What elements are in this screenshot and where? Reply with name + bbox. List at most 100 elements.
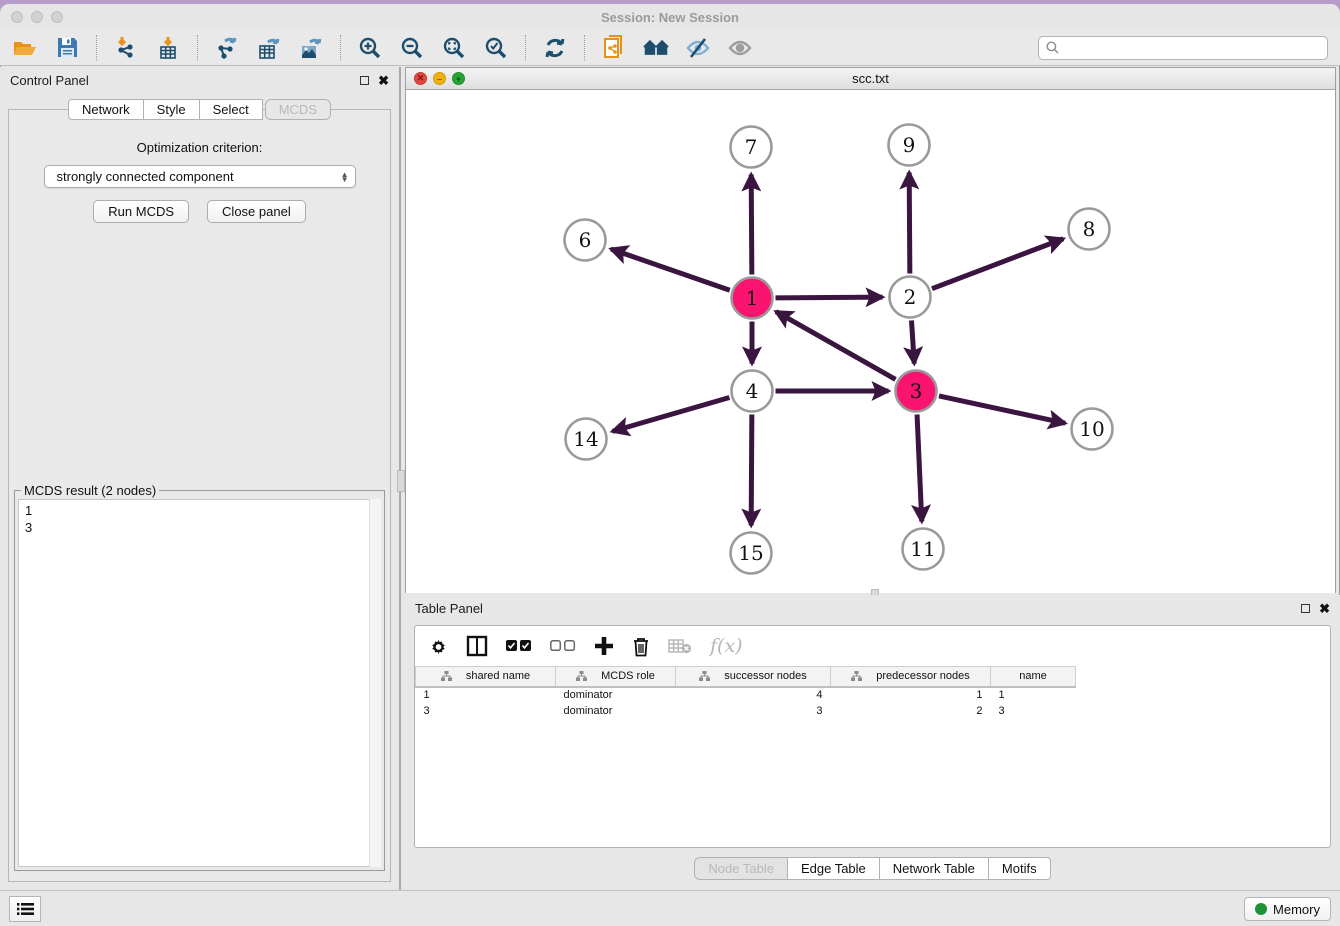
graph-node-1[interactable]: 1 [732, 278, 773, 319]
run-mcds-button[interactable]: Run MCDS [93, 200, 189, 223]
open-session-icon[interactable] [12, 35, 38, 61]
graph-node-label: 1 [746, 286, 759, 310]
graph-edge-2-3[interactable] [911, 320, 914, 363]
table-cell[interactable]: 3 [991, 703, 1076, 719]
graph-node-9[interactable]: 9 [889, 125, 930, 166]
network-graph[interactable]: 7 9 6 8 1 2 4 3 14 10 15 11 [406, 90, 1335, 593]
graph-node-15[interactable]: 15 [731, 533, 772, 574]
graph-node-label: 7 [745, 135, 758, 159]
zoom-fit-icon[interactable] [441, 35, 467, 61]
graph-node-14[interactable]: 14 [566, 419, 607, 460]
graph-edge-1-7[interactable] [751, 174, 752, 274]
graph-edge-2-8[interactable] [932, 239, 1063, 289]
network-minimize-icon[interactable]: – [433, 72, 446, 85]
close-panel-icon[interactable]: ✖ [378, 76, 389, 85]
table-panel-tabs: Node TableEdge TableNetwork TableMotifs [405, 857, 1340, 880]
graph-node-11[interactable]: 11 [903, 529, 944, 570]
import-network-icon[interactable] [113, 35, 139, 61]
node-table: shared nameMCDS rolesuccessor nodesprede… [415, 666, 1076, 719]
table-cell[interactable]: 4 [676, 687, 831, 703]
table-cell[interactable]: 3 [676, 703, 831, 719]
graph-edge-1-2[interactable] [775, 297, 882, 298]
tab-mcds[interactable]: MCDS [265, 99, 331, 120]
graph-edge-3-1[interactable] [776, 312, 896, 380]
table-cell[interactable]: dominator [556, 703, 676, 719]
tab-motifs[interactable]: Motifs [989, 857, 1051, 880]
tab-node-table[interactable]: Node Table [694, 857, 788, 880]
tab-network-table[interactable]: Network Table [880, 857, 989, 880]
graph-node-8[interactable]: 8 [1069, 209, 1110, 250]
close-window-icon[interactable] [11, 11, 23, 23]
graph-node-7[interactable]: 7 [731, 127, 772, 168]
graph-node-3[interactable]: 3 [896, 371, 937, 412]
export-network-icon[interactable] [214, 35, 240, 61]
graph-edge-3-10[interactable] [939, 396, 1065, 423]
table-cell[interactable]: dominator [556, 687, 676, 703]
show-all-icon[interactable] [727, 35, 753, 61]
float-panel-icon[interactable] [360, 76, 369, 85]
save-session-icon[interactable] [54, 35, 80, 61]
splitter-handle[interactable] [397, 470, 405, 492]
delete-columns-icon[interactable] [632, 634, 650, 658]
table-options-icon[interactable] [429, 634, 448, 658]
function-builder-icon[interactable]: f(x) [710, 634, 743, 658]
table-row[interactable]: 1dominator411 [416, 687, 1076, 703]
graph-edge-2-9[interactable] [909, 172, 910, 273]
show-columns-icon[interactable] [466, 634, 488, 658]
table-cell[interactable]: 1 [831, 687, 991, 703]
tab-edge-table[interactable]: Edge Table [788, 857, 880, 880]
graph-edge-3-11[interactable] [917, 414, 922, 521]
import-table-icon[interactable] [155, 35, 181, 61]
column-header-successor-nodes[interactable]: successor nodes [676, 667, 831, 687]
float-table-panel-icon[interactable] [1301, 604, 1310, 613]
column-header-shared-name[interactable]: shared name [416, 667, 556, 687]
table-cell[interactable]: 2 [831, 703, 991, 719]
tab-select[interactable]: Select [200, 99, 263, 120]
mcds-result-list[interactable]: 1 3 [18, 499, 381, 867]
close-panel-button[interactable]: Close panel [207, 200, 306, 223]
first-neighbors-icon[interactable] [643, 35, 669, 61]
graph-node-2[interactable]: 2 [890, 277, 931, 318]
unselect-all-icon[interactable] [550, 634, 576, 658]
zoom-in-icon[interactable] [357, 35, 383, 61]
table-row[interactable]: 3dominator323 [416, 703, 1076, 719]
table-cell[interactable]: 1 [991, 687, 1076, 703]
graph-node-label: 3 [910, 379, 923, 403]
zoom-selected-icon[interactable] [483, 35, 509, 61]
hide-selected-icon[interactable] [685, 35, 711, 61]
graph-node-4[interactable]: 4 [732, 371, 773, 412]
network-close-icon[interactable]: ✕ [414, 72, 427, 85]
mcds-result-scrollbar[interactable] [369, 499, 381, 867]
export-image-icon[interactable] [298, 35, 324, 61]
search-box[interactable] [1038, 36, 1328, 60]
graph-node-10[interactable]: 10 [1072, 409, 1113, 450]
minimize-window-icon[interactable] [31, 11, 43, 23]
optimization-criterion-select[interactable]: strongly connected component ▲▼ [44, 165, 356, 188]
graph-node-6[interactable]: 6 [565, 220, 606, 261]
zoom-out-icon[interactable] [399, 35, 425, 61]
select-all-icon[interactable] [506, 634, 532, 658]
graph-edge-4-14[interactable] [612, 398, 729, 432]
memory-button[interactable]: Memory [1244, 897, 1331, 921]
tab-style[interactable]: Style [144, 99, 200, 120]
table-cell[interactable]: 3 [416, 703, 556, 719]
graph-edge-4-15[interactable] [751, 414, 752, 525]
column-header-predecessor-nodes[interactable]: predecessor nodes [831, 667, 991, 687]
apply-layout-icon[interactable] [542, 35, 568, 61]
maximize-window-icon[interactable] [51, 11, 63, 23]
close-table-panel-icon[interactable]: ✖ [1319, 604, 1330, 613]
column-header-name[interactable]: name [991, 667, 1076, 687]
clone-network-icon[interactable] [601, 35, 627, 61]
network-maximize-icon[interactable]: + [452, 72, 465, 85]
graph-edge-1-6[interactable] [611, 249, 730, 290]
network-window-titlebar[interactable]: ✕ – + scc.txt [406, 68, 1335, 90]
export-table-icon[interactable] [256, 35, 282, 61]
delete-table-icon[interactable] [668, 634, 692, 658]
network-canvas[interactable]: 7 9 6 8 1 2 4 3 14 10 15 11 [406, 90, 1335, 593]
add-column-icon[interactable] [594, 634, 614, 658]
tab-network[interactable]: Network [68, 99, 144, 120]
search-input[interactable] [1064, 41, 1320, 55]
task-history-button[interactable] [9, 896, 41, 922]
column-header-MCDS-role[interactable]: MCDS role [556, 667, 676, 687]
table-cell[interactable]: 1 [416, 687, 556, 703]
